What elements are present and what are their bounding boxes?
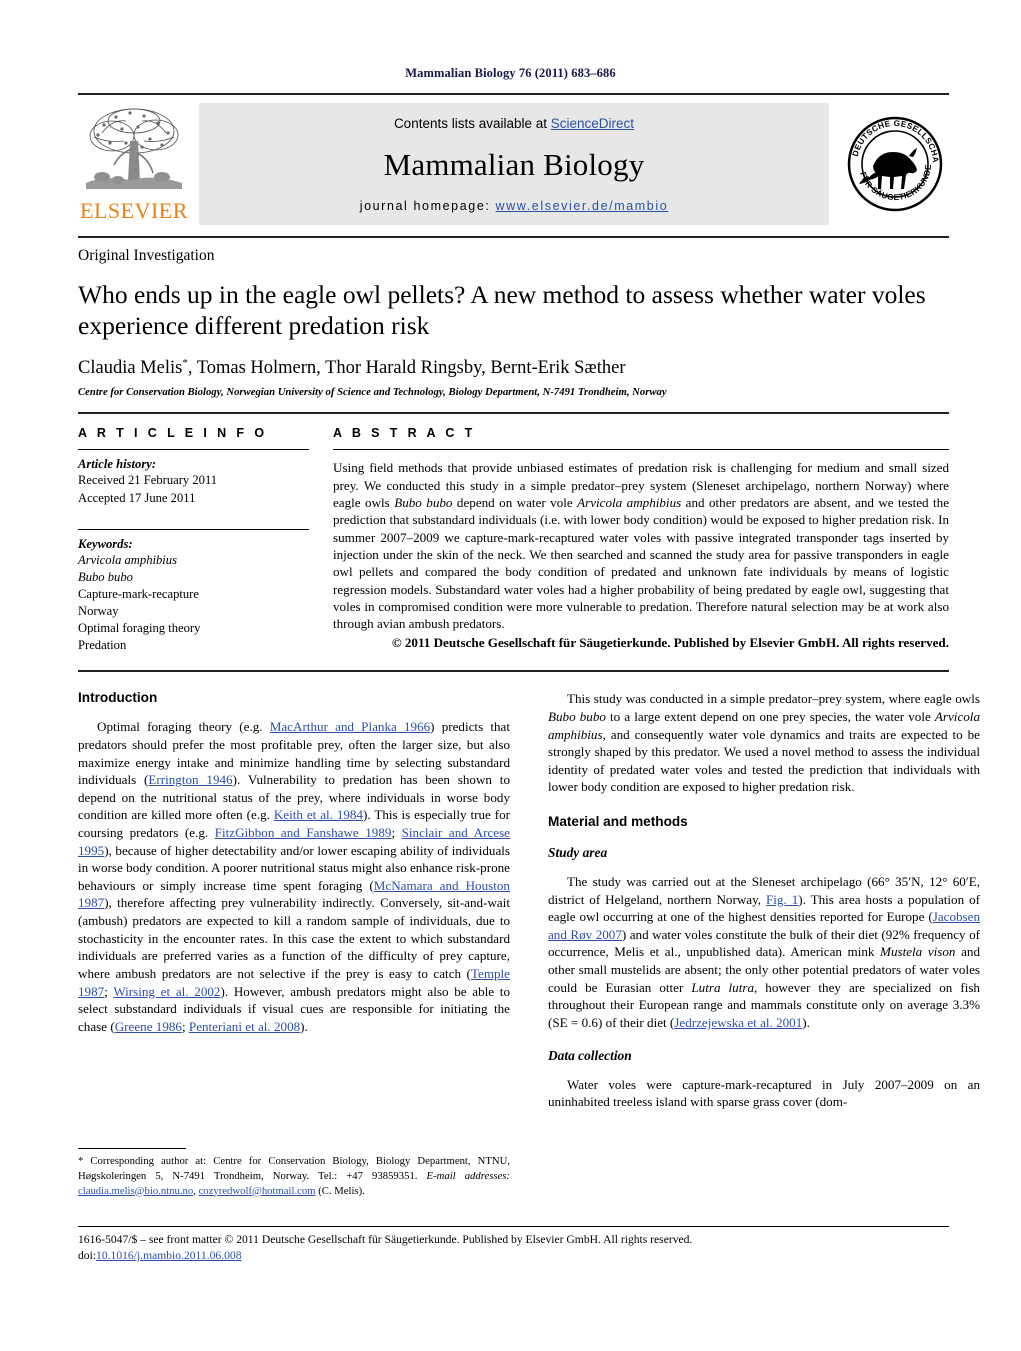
introduction-heading: Introduction: [78, 690, 158, 706]
body-columns: Introduction Optimal foraging theory (e.…: [78, 690, 980, 1110]
footer-doi-line: doi:10.1016/j.mambio.2011.06.008: [78, 1248, 949, 1264]
citation-link[interactable]: Wirsing et al. 2002: [113, 984, 220, 999]
keyword-item: Norway: [78, 604, 119, 618]
data-collection-paragraph: Water voles were capture-mark-recaptured…: [548, 1076, 980, 1110]
keyword-item: Predation: [78, 638, 127, 653]
data-collection-heading: Data collection: [548, 1047, 632, 1063]
citation-link[interactable]: Jedrzejewska et al. 2001: [674, 1015, 802, 1030]
article-info-heading: A R T I C L E I N F O: [78, 426, 268, 441]
abstract-seg: and other predators are absent, and we t…: [333, 495, 949, 632]
email-addresses-label: E-mail addresses:: [426, 1169, 511, 1182]
text-seg: , and consequently water vole dynamics a…: [548, 726, 980, 795]
keywords-label: Keywords:: [78, 536, 133, 551]
text-seg: ;: [391, 825, 402, 841]
homepage-line: journal homepage: www.elsevier.de/mambio: [360, 199, 669, 213]
keywords-block: Keywords: Arvicola amphibius Bubo bubo C…: [78, 528, 309, 655]
footnote-rule: [78, 1148, 186, 1149]
journal-title: Mammalian Biology: [383, 147, 645, 182]
species-name: Lutra lutra: [691, 979, 754, 995]
contents-line: Contents lists available at ScienceDirec…: [394, 116, 634, 131]
species-name: Arvicola amphibius: [577, 495, 682, 511]
title-block: Original Investigation Who ends up in th…: [78, 247, 949, 398]
article-accepted-date: Accepted 17 June 2011: [78, 490, 196, 505]
study-area-paragraph: The study was carried out at the Slenese…: [548, 873, 980, 1031]
title-top-rule: [78, 236, 949, 238]
footer-rule: [78, 1226, 949, 1227]
banner-top-rule: [78, 93, 949, 95]
abstract-heading: A B S T R A C T: [333, 426, 476, 441]
author-rest: , Tomas Holmern, Thor Harald Ringsby, Be…: [187, 358, 626, 379]
sciencedirect-link[interactable]: ScienceDirect: [551, 116, 634, 131]
running-head: Mammalian Biology 76 (2011) 683–686: [405, 66, 616, 80]
banner-center-panel: Contents lists available at ScienceDirec…: [199, 103, 829, 225]
text-seg: ).: [300, 1018, 308, 1034]
author-first: Claudia Melis: [78, 358, 183, 379]
keywords-rule: [78, 528, 309, 530]
keyword-item: Bubo bubo: [78, 569, 133, 584]
society-seal-logo: DEUTSCHE GESELLSCHAFT FÜR SÄUGETIERKUNDE: [841, 103, 949, 225]
abstract-copyright-text: © 2011 Deutsche Gesellschaft für Säugeti…: [391, 634, 949, 650]
article-info-column: A R T I C L E I N F O Article history: R…: [78, 426, 333, 654]
text-seg: ;: [104, 983, 114, 999]
body-column-right: This study was conducted in a simple pre…: [548, 690, 980, 1110]
footer-copyright: 1616-5047/$ – see front matter © 2011 De…: [78, 1233, 693, 1246]
material-methods-heading: Material and methods: [548, 814, 688, 830]
corresponding-author-footnote: * Corresponding author at: Centre for Co…: [78, 1148, 510, 1198]
article-history-label: Article history:: [78, 457, 157, 472]
abstract-column: A B S T R A C T Using field methods that…: [333, 426, 949, 654]
body-top-rule: [78, 670, 949, 673]
homepage-prefix: journal homepage:: [359, 199, 496, 213]
species-name: Mustela vison: [880, 944, 956, 960]
journal-banner: ELSEVIER Contents lists available at Sci…: [78, 93, 949, 225]
info-abstract-area: A R T I C L E I N F O Article history: R…: [78, 426, 949, 654]
text-seg: to a large extent depend on one prey spe…: [605, 708, 935, 724]
species-name: Bubo bubo: [548, 708, 606, 724]
affiliation: Centre for Conservation Biology, Norwegi…: [78, 386, 667, 399]
doi-link[interactable]: 10.1016/j.mambio.2011.06.008: [96, 1249, 241, 1262]
figure-link[interactable]: Fig. 1: [766, 892, 798, 907]
citation-link[interactable]: Errington 1946: [148, 772, 232, 787]
text-seg: ;: [181, 1018, 189, 1034]
author-list: Claudia Melis*, Tomas Holmern, Thor Hara…: [78, 357, 949, 379]
article-title: Who ends up in the eagle owl pellets? A …: [78, 280, 926, 341]
text-seg: ).: [802, 1014, 810, 1030]
body-column-left: Introduction Optimal foraging theory (e.…: [78, 690, 510, 1110]
keyword-item: Optimal foraging theory: [78, 621, 201, 636]
citation-link[interactable]: Keith et al. 1984: [274, 807, 363, 822]
email-link-primary[interactable]: claudia.melis@bio.ntnu.no: [78, 1185, 193, 1197]
species-name: Bubo bubo: [394, 495, 453, 511]
citation-link[interactable]: Penteriani et al. 2008: [189, 1019, 300, 1034]
citation-link[interactable]: Greene 1986: [115, 1019, 182, 1034]
elsevier-wordmark: ELSEVIER: [80, 198, 188, 223]
text-seg: ), therefore affecting prey vulnerabilit…: [78, 895, 510, 981]
email-owner: (C. Melis).: [318, 1184, 365, 1197]
study-area-heading: Study area: [548, 845, 608, 861]
text-seg: Optimal foraging theory (e.g.: [97, 719, 270, 735]
article-kind: Original Investigation: [78, 247, 215, 264]
abstract-copyright: © 2011 Deutsche Gesellschaft für Säugeti…: [333, 635, 949, 651]
citation-link[interactable]: MacArthur and Planka 1966: [270, 719, 430, 734]
article-info-rule: [78, 449, 309, 451]
text-seg: This study was conducted in a simple pre…: [567, 691, 980, 707]
page-footer: 1616-5047/$ – see front matter © 2011 De…: [78, 1226, 949, 1264]
keyword-item: Capture-mark-recapture: [78, 586, 199, 601]
article-received-date: Received 21 February 2011: [78, 473, 218, 488]
deutsche-gesellschaft-seal-icon: DEUTSCHE GESELLSCHAFT FÜR SÄUGETIERKUNDE: [845, 114, 943, 212]
email-link-secondary[interactable]: cozyredwolf@hotmail.com: [199, 1185, 316, 1197]
journal-homepage-link[interactable]: www.elsevier.de/mambio: [496, 199, 669, 213]
footnote-text: * Corresponding author at: Centre for Co…: [78, 1154, 510, 1198]
keyword-item: Arvicola amphibius: [78, 552, 177, 567]
elsevier-tree-icon: [86, 108, 182, 189]
abstract-text: Using field methods that provide unbiase…: [333, 459, 949, 632]
elsevier-logo: ELSEVIER: [78, 103, 190, 225]
doi-label: doi:: [78, 1249, 97, 1263]
introduction-paragraph: Optimal foraging theory (e.g. MacArthur …: [78, 718, 510, 1035]
abstract-seg: depend on water vole: [452, 495, 578, 511]
study-system-paragraph: This study was conducted in a simple pre…: [548, 690, 980, 796]
citation-link[interactable]: FitzGibbon and Fanshawe 1989: [215, 825, 392, 840]
info-top-rule: [78, 412, 949, 415]
contents-prefix: Contents lists available at: [393, 116, 551, 131]
paper-page: Mammalian Biology 76 (2011) 683–686 ELSE…: [0, 0, 1021, 1351]
abstract-rule: [333, 449, 949, 451]
